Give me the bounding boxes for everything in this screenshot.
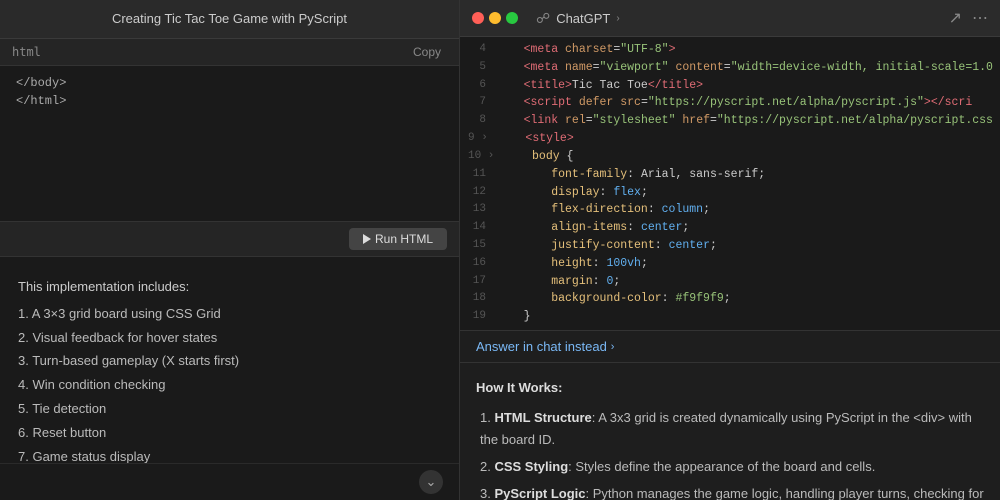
how-it-works-item: CSS Styling: Styles define the appearanc…: [476, 456, 984, 478]
bold-label: CSS Styling: [494, 459, 568, 474]
minimize-button[interactable]: [489, 12, 501, 24]
left-header-title: Creating Tic Tac Toe Game with PyScript: [112, 11, 347, 26]
fullscreen-button[interactable]: [506, 12, 518, 24]
code-line: 8 <link rel="stylesheet" href="https://p…: [460, 112, 1000, 130]
answer-chevron-icon: ›: [611, 341, 615, 353]
left-panel: Creating Tic Tac Toe Game with PyScript …: [0, 0, 460, 500]
run-button-label: Run HTML: [375, 232, 433, 246]
code-line-2: </html>: [16, 92, 443, 110]
code-snippet: </body> </html>: [0, 66, 459, 118]
run-html-button[interactable]: Run HTML: [349, 228, 447, 250]
right-titlebar: ☍ ChatGPT › ↗ ⋯: [460, 0, 1000, 37]
list-item: A 3×3 grid board using CSS Grid: [18, 304, 441, 325]
list-item: Turn-based gameplay (X starts first): [18, 351, 441, 372]
code-line: 10 › body {: [460, 148, 1000, 166]
code-area: html Copy </body> </html>: [0, 39, 459, 221]
code-line: 7 <script defer src="https://pyscript.ne…: [460, 94, 1000, 112]
code-line: 19 }: [460, 308, 1000, 326]
play-icon: [363, 234, 371, 244]
code-lang-label: html: [12, 45, 41, 59]
tab-chevron-icon: ›: [616, 13, 619, 24]
code-line: 11 font-family: Arial, sans-serif;: [460, 166, 1000, 184]
right-panel: ☍ ChatGPT › ↗ ⋯ 4 <meta charset="UTF-8">…: [460, 0, 1000, 500]
intro-text: This implementation includes:: [18, 277, 441, 298]
left-header: Creating Tic Tac Toe Game with PyScript: [0, 0, 459, 39]
code-line: 18 background-color: #f9f9f9;: [460, 290, 1000, 308]
code-line: 16 height: 100vh;: [460, 255, 1000, 273]
chat-content: How It Works: HTML Structure: A 3x3 grid…: [460, 363, 1000, 500]
code-line: 14 align-items: center;: [460, 219, 1000, 237]
close-button[interactable]: [472, 12, 484, 24]
copy-button[interactable]: Copy: [407, 43, 447, 61]
code-line: 17 margin: 0;: [460, 273, 1000, 291]
code-line: 6 <title>Tic Tac Toe</title>: [460, 77, 1000, 95]
chat-icon: ☍: [536, 10, 550, 27]
how-it-works-list: HTML Structure: A 3x3 grid is created dy…: [476, 407, 984, 500]
code-line: 15 justify-content: center;: [460, 237, 1000, 255]
chevron-bar: ⌄: [0, 463, 459, 500]
right-actions: ↗ ⋯: [949, 8, 988, 28]
code-lines: 4 <meta charset="UTF-8"> 5 <meta name="v…: [460, 37, 1000, 330]
run-bar: Run HTML: [0, 221, 459, 257]
share-icon[interactable]: ↗: [949, 8, 962, 28]
bold-label: PyScript Logic: [494, 486, 585, 500]
code-toolbar: html Copy: [0, 39, 459, 66]
list-item: Visual feedback for hover states: [18, 328, 441, 349]
how-it-works-item: HTML Structure: A 3x3 grid is created dy…: [476, 407, 984, 451]
tab-area: ☍ ChatGPT ›: [526, 10, 941, 27]
bold-label: HTML Structure: [494, 410, 591, 425]
list-item: Game status display: [18, 447, 441, 463]
code-window: 4 <meta charset="UTF-8"> 5 <meta name="v…: [460, 37, 1000, 331]
list-item: Reset button: [18, 423, 441, 444]
tab-label: ChatGPT: [556, 11, 610, 26]
code-line: 5 <meta name="viewport" content="width=d…: [460, 59, 1000, 77]
list-item: Win condition checking: [18, 375, 441, 396]
how-it-works-item: PyScript Logic: Python manages the game …: [476, 483, 984, 500]
traffic-lights: [472, 12, 518, 24]
answer-bar: Answer in chat instead ›: [460, 331, 1000, 363]
code-line: 4 <meta charset="UTF-8">: [460, 41, 1000, 59]
answer-in-chat-link[interactable]: Answer in chat instead: [476, 339, 607, 354]
scroll-down-button[interactable]: ⌄: [419, 470, 443, 494]
left-content: This implementation includes: A 3×3 grid…: [0, 257, 459, 463]
code-line-1: </body>: [16, 74, 443, 92]
code-line: 13 flex-direction: column;: [460, 201, 1000, 219]
code-line: 9 › <style>: [460, 130, 1000, 148]
list-item: Tie detection: [18, 399, 441, 420]
how-it-works-title: How It Works:: [476, 377, 984, 399]
implementation-list: A 3×3 grid board using CSS Grid Visual f…: [18, 304, 441, 463]
code-line: 12 display: flex;: [460, 184, 1000, 202]
more-icon[interactable]: ⋯: [972, 8, 988, 28]
